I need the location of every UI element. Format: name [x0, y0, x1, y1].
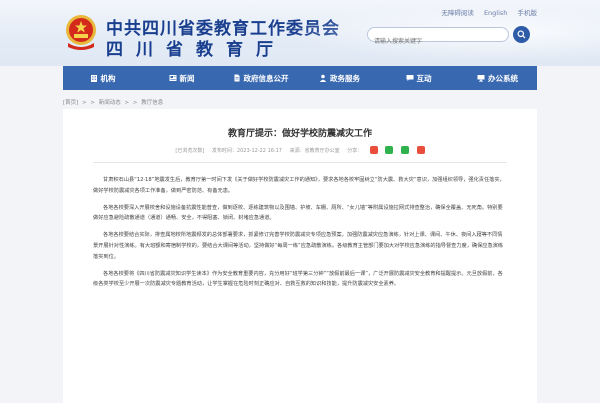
wechat-share-icon[interactable]	[385, 146, 394, 154]
english-link[interactable]: English	[484, 9, 507, 17]
site-header: 中共四川省委教育工作委员会 四川省教育厅 无障碍阅读 English 手机版	[0, 0, 600, 66]
newspaper-icon	[169, 75, 176, 81]
nav-item-news[interactable]: 新闻	[142, 66, 221, 90]
breadcrumb-dept-info[interactable]: 教厅信息	[141, 100, 163, 106]
nav-label: 政府信息公开	[243, 73, 289, 83]
building-icon	[90, 75, 97, 82]
nav-label: 政务服务	[330, 73, 360, 83]
print-share-icon[interactable]	[416, 146, 425, 154]
article-title: 教育厅提示：做好学校防震减灾工作	[227, 129, 372, 139]
breadcrumb-home[interactable]: [首页]	[63, 100, 78, 106]
nav-label: 互动	[416, 73, 432, 83]
breadcrumb-separator: >	[82, 100, 87, 106]
search-box	[367, 27, 509, 48]
service-icon	[319, 74, 327, 82]
nav-item-office-system[interactable]: 办公系统	[458, 66, 537, 90]
article-paragraph: 各地各校要深入开展校舍和设施设备抗震性能普查，做到逐校、逐栋建筑物以及围墙、护坡…	[93, 204, 503, 222]
computer-icon	[477, 75, 485, 82]
article-paragraph: 各地各校要将《四川省防震减灾知识学生读本》作为安全教育重要内容，充分用好“班学第…	[93, 270, 503, 288]
breadcrumb-news[interactable]: 新闻动态	[99, 100, 121, 106]
publish-date: 发布时间：2023-12-22 16:17	[211, 147, 282, 154]
nav-item-interaction[interactable]: 互动	[379, 66, 458, 90]
nav-label: 办公系统	[488, 73, 518, 83]
breadcrumb-separator: >	[124, 100, 130, 106]
breadcrumb-separator: >	[90, 100, 96, 106]
national-emblem-icon	[66, 15, 96, 50]
search-icon	[517, 30, 526, 39]
article-meta: [已浏览次数] 发布时间：2023-12-22 16:17 来源：省教育厅办公室…	[63, 146, 537, 154]
nav-label: 新闻	[179, 73, 195, 83]
nav-item-institution[interactable]: 机构	[63, 66, 142, 90]
dept-name: 四川省教育厅	[106, 40, 286, 60]
nav-label: 机构	[100, 73, 116, 83]
mobile-link[interactable]: 手机版	[518, 9, 538, 17]
nav-item-gov-service[interactable]: 政务服务	[300, 66, 379, 90]
breadcrumb: [首页] > > 新闻动态 > > 教厅信息	[63, 98, 537, 106]
divider	[93, 162, 507, 163]
qzone-share-icon[interactable]	[400, 146, 409, 154]
share-label: 分享：	[347, 147, 363, 154]
search-input[interactable]	[368, 35, 508, 48]
article-paragraph: 各地各校要结合实际，排查属地校所地震频发的总体部署要求，抓紧修订完善学校防震减灾…	[93, 232, 504, 260]
document-icon	[234, 74, 239, 82]
article-paragraph: 甘肃积石山县“12·18”地震发生后，教育厅第一时间下发《关于做好学校防震减灾工…	[93, 177, 505, 194]
accessibility-link[interactable]: 无障碍阅读	[441, 9, 474, 17]
breadcrumb-separator: >	[132, 100, 138, 106]
top-links: 无障碍阅读 English 手机版	[433, 7, 537, 17]
main-nav: 机构 新闻 政府信息公开 政务服务 互动 办公系统	[63, 66, 537, 90]
weibo-share-icon[interactable]	[369, 146, 378, 154]
view-count: [已浏览次数]	[175, 147, 205, 154]
chat-icon	[406, 75, 413, 81]
article-body: 甘肃积石山县“12·18”地震发生后，教育厅第一时间下发《关于做好学校防震减灾工…	[93, 175, 507, 296]
nav-item-gov-info[interactable]: 政府信息公开	[221, 66, 300, 90]
article-panel: 教育厅提示：做好学校防震减灾工作 [已浏览次数] 发布时间：2023-12-22…	[63, 109, 537, 403]
article-source: 来源：省教育厅办公室	[289, 147, 340, 154]
search-button[interactable]	[513, 26, 530, 43]
